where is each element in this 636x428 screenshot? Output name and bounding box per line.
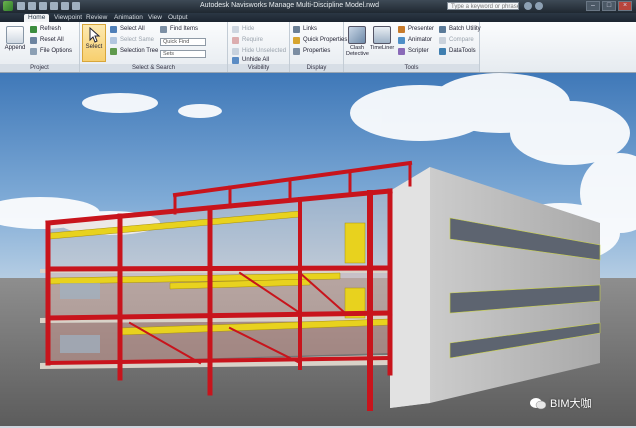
presenter-icon (398, 26, 405, 33)
hide-unselected-button[interactable]: Hide Unselected (232, 47, 286, 56)
project-panel: Append Refresh Reset All File Options Pr… (0, 22, 80, 72)
window-title: Autodesk Navisworks Manage Multi-Discipl… (200, 2, 379, 9)
help-icon[interactable] (535, 2, 543, 10)
refresh-icon (30, 26, 37, 33)
selection-tree-button[interactable]: Selection Tree (110, 47, 158, 56)
print-icon[interactable] (72, 2, 80, 10)
hide-unselected-icon (232, 48, 239, 55)
clash-detective-button[interactable]: Clash Detective (346, 24, 369, 62)
visibility-panel-label[interactable]: Visibility (228, 64, 289, 72)
batch-utility-button[interactable]: Batch Utility (439, 25, 481, 34)
find-items-icon (160, 26, 167, 33)
select-all-button[interactable]: Select All (110, 25, 145, 34)
animator-button[interactable]: Animator (398, 36, 432, 45)
tab-output[interactable]: Output (164, 14, 192, 22)
batch-utility-icon (439, 26, 446, 33)
hide-icon (232, 26, 239, 33)
unhide-all-icon (232, 57, 239, 64)
wechat-logo-icon (530, 397, 547, 410)
watermark: BIM大咖 (530, 395, 592, 411)
select-same-button[interactable]: Select Same (110, 36, 154, 45)
tab-animation[interactable]: Animation (110, 14, 147, 22)
datatools-button[interactable]: DataTools (439, 47, 476, 56)
animator-icon (398, 37, 405, 44)
visibility-panel: Hide Require Hide Unselected Unhide All … (228, 22, 290, 72)
close-button[interactable]: × (618, 1, 632, 11)
require-button[interactable]: Require (232, 36, 263, 45)
properties-icon (293, 48, 300, 55)
new-file-icon[interactable] (17, 2, 25, 10)
display-panel: Links Quick Properties Properties Displa… (290, 22, 347, 72)
ribbon-tab-bar: Home Viewpoint Review Animation View Out… (0, 13, 636, 22)
title-bar: Autodesk Navisworks Manage Multi-Discipl… (0, 0, 636, 13)
select-same-icon (110, 37, 117, 44)
datatools-icon (439, 48, 446, 55)
cursor-arrow-icon (86, 26, 102, 43)
reset-icon (30, 37, 37, 44)
select-search-panel-label[interactable]: Select & Search (80, 64, 227, 72)
properties-button[interactable]: Properties (293, 47, 330, 56)
maximize-button[interactable]: □ (602, 1, 616, 11)
selection-tree-icon (110, 48, 117, 55)
open-file-icon[interactable] (28, 2, 36, 10)
tools-panel-label[interactable]: Tools (344, 64, 479, 72)
clash-detective-icon (348, 26, 366, 44)
sets-dropdown[interactable]: Sets (160, 50, 206, 58)
find-items-button[interactable]: Find Items (160, 25, 198, 34)
display-panel-label[interactable]: Display (290, 64, 343, 72)
select-search-panel: Select Select All Select Same Selection … (80, 22, 228, 72)
binoculars-icon[interactable] (524, 2, 532, 10)
timeliner-button[interactable]: TimeLiner (370, 24, 394, 62)
quick-properties-icon (293, 37, 300, 44)
scene-view[interactable] (0, 73, 636, 426)
building-model-render[interactable] (0, 73, 636, 426)
project-panel-label[interactable]: Project (0, 64, 79, 72)
save-icon[interactable] (39, 2, 47, 10)
compare-button[interactable]: Compare (439, 36, 474, 45)
reset-all-button[interactable]: Reset All (30, 36, 64, 45)
append-icon (6, 26, 24, 44)
timeliner-icon (373, 26, 391, 44)
quick-access-toolbar (17, 2, 80, 10)
append-button[interactable]: Append (4, 24, 26, 62)
links-icon (293, 26, 300, 33)
require-icon (232, 37, 239, 44)
hide-button[interactable]: Hide (232, 25, 254, 34)
minimize-button[interactable]: – (586, 1, 600, 11)
tools-panel: Clash Detective TimeLiner Presenter Anim… (344, 22, 481, 72)
undo-icon[interactable] (50, 2, 58, 10)
application-menu-icon[interactable] (3, 1, 13, 11)
tab-home[interactable]: Home (24, 14, 50, 22)
quick-properties-button[interactable]: Quick Properties (293, 36, 347, 45)
select-all-icon (110, 26, 117, 33)
search-input[interactable]: Type a keyword or phrase (447, 2, 519, 10)
facade-end-wall[interactable] (390, 167, 430, 408)
scripter-icon (398, 48, 405, 55)
select-button[interactable]: Select (82, 24, 106, 62)
tab-view[interactable]: View (144, 14, 166, 22)
tab-viewpoint[interactable]: Viewpoint (50, 14, 86, 22)
compare-icon (439, 37, 446, 44)
tab-review[interactable]: Review (82, 14, 111, 22)
file-options-button[interactable]: File Options (30, 47, 72, 56)
refresh-button[interactable]: Refresh (30, 25, 61, 34)
presenter-button[interactable]: Presenter (398, 25, 434, 34)
redo-icon[interactable] (61, 2, 69, 10)
links-button[interactable]: Links (293, 25, 317, 34)
file-options-icon (30, 48, 37, 55)
quick-find-input[interactable]: Quick Find (160, 38, 206, 46)
watermark-text: BIM大咖 (550, 398, 592, 410)
ribbon: Append Refresh Reset All File Options Pr… (0, 22, 636, 73)
scripter-button[interactable]: Scripter (398, 47, 429, 56)
